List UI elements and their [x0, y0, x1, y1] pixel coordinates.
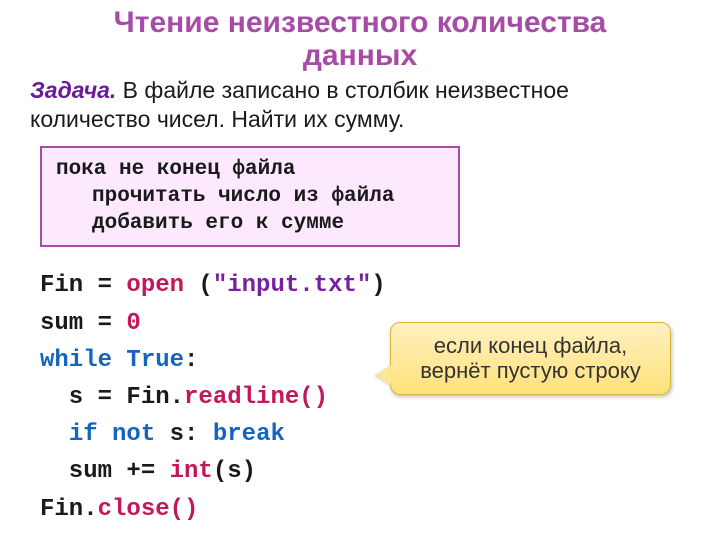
pseudo-line-1: пока не конец файла [56, 156, 444, 183]
pseudo-line-3: добавить его к сумме [56, 210, 444, 237]
title-line-1: Чтение неизвестного количества [114, 6, 607, 39]
code-l5c [98, 421, 112, 448]
code-l3a: while [40, 347, 112, 374]
code-l3b [112, 347, 126, 374]
code-l6b: int [170, 458, 213, 485]
code-l1a: Fin = [40, 272, 126, 299]
code-l1c: ( [184, 272, 213, 299]
code-l6a: sum += [40, 458, 170, 485]
pseudocode-box: пока не конец файла прочитать число из ф… [40, 146, 460, 248]
code-l1b: open [126, 272, 184, 299]
code-l5d: not [112, 421, 155, 448]
code-l7b: close() [98, 496, 199, 523]
code-l3d: : [184, 347, 198, 374]
task-label: Задача. [30, 77, 116, 103]
code-l1e: ) [371, 272, 385, 299]
code-l4a: s = Fin. [40, 384, 184, 411]
code-l2b: 0 [126, 310, 140, 337]
code-l5b: if [69, 421, 98, 448]
code-l7a: Fin. [40, 496, 98, 523]
title-line-2: данных [303, 39, 417, 72]
code-l4b: readline() [184, 384, 328, 411]
code-l5a [40, 421, 69, 448]
pseudo-line-2: прочитать число из файла [56, 183, 444, 210]
task-paragraph: Задача. В файле записано в столбик неизв… [30, 76, 690, 134]
code-l2a: sum = [40, 310, 126, 337]
callout-text: если конец файла, вернёт пустую строку [420, 333, 641, 383]
code-block: Fin = open ("input.txt") sum = 0 while T… [40, 267, 690, 527]
callout-bubble: если конец файла, вернёт пустую строку [390, 322, 671, 395]
code-l5e: s: [155, 421, 213, 448]
code-l3c: True [126, 347, 184, 374]
code-l5f: break [213, 421, 285, 448]
code-l1d: "input.txt" [213, 272, 371, 299]
slide-title: Чтение неизвестного количества данных [30, 6, 690, 72]
code-l6c: (s) [213, 458, 256, 485]
